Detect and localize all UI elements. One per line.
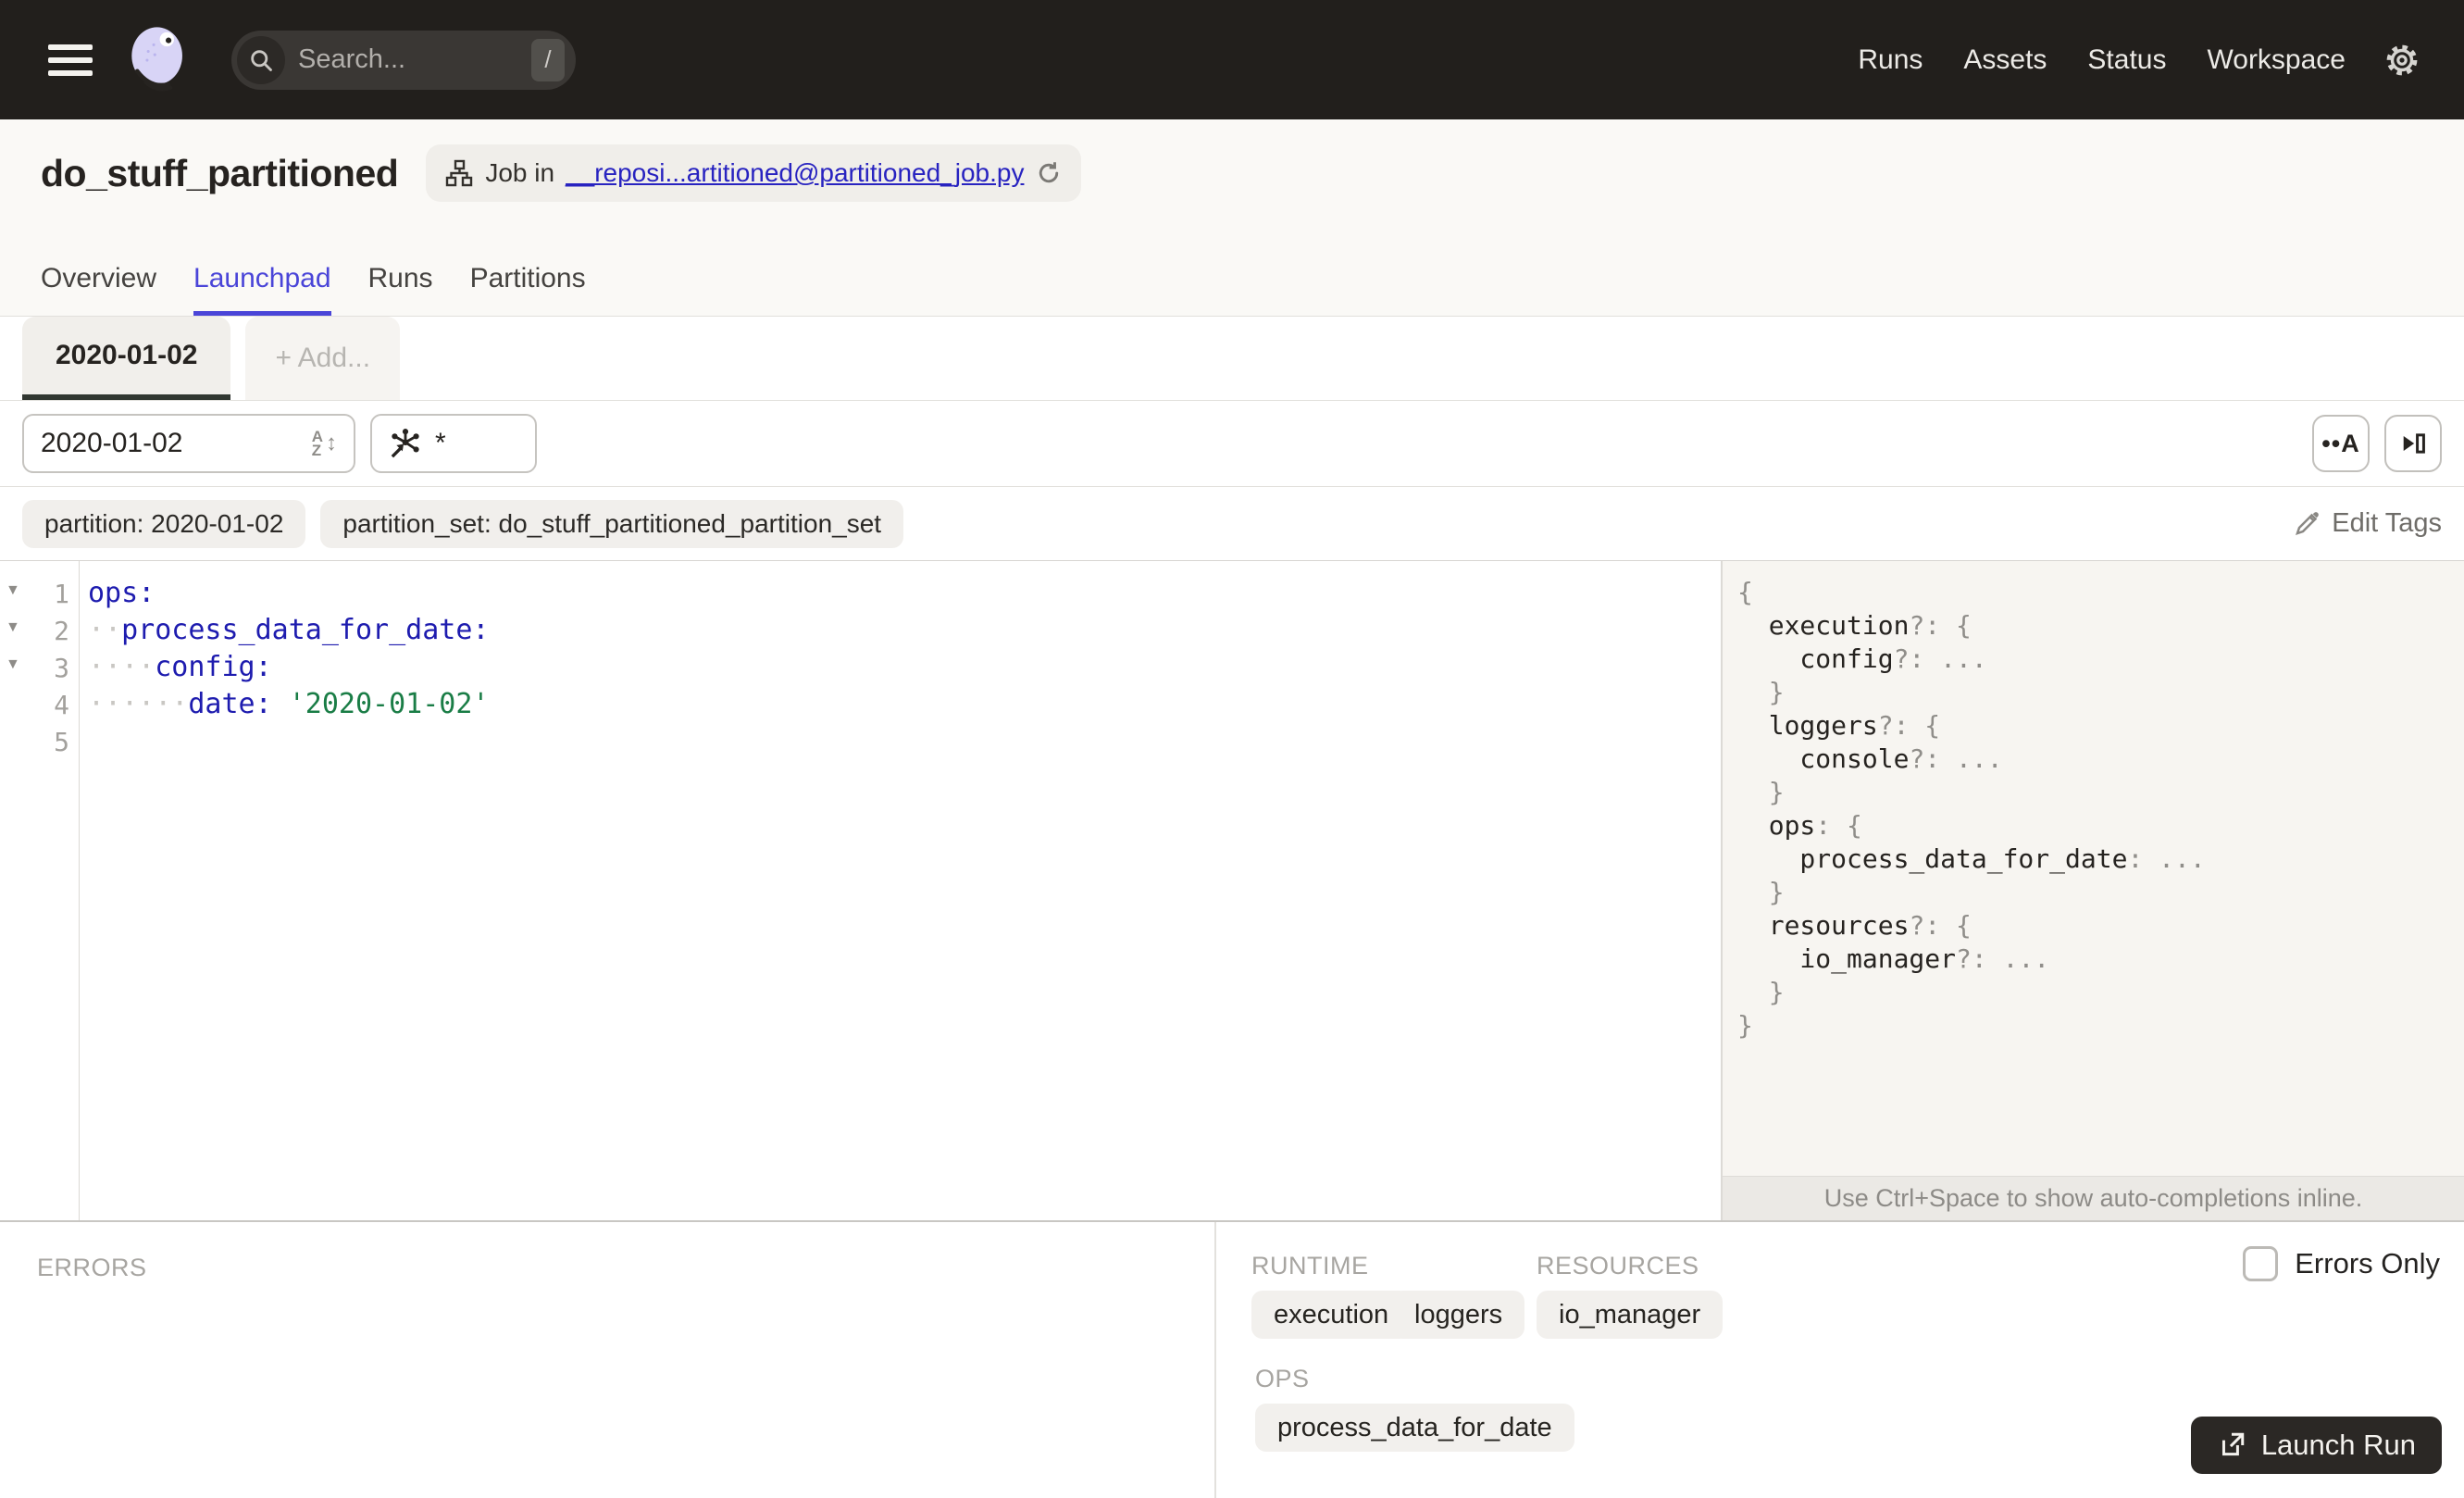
pencil-icon bbox=[2293, 510, 2321, 538]
external-link-icon bbox=[2217, 1430, 2246, 1460]
ops-tag-process-data-for-date[interactable]: process_data_for_date bbox=[1255, 1404, 1574, 1452]
ops-section-label: OPS bbox=[1255, 1365, 1310, 1392]
fold-arrow-icon[interactable]: ▼ bbox=[6, 583, 20, 598]
schema-line: } bbox=[1737, 877, 1785, 907]
bottom-panel-divider bbox=[1214, 1222, 1216, 1498]
hamburger-menu-icon[interactable] bbox=[48, 44, 93, 76]
reload-icon[interactable] bbox=[1035, 159, 1063, 187]
errors-section-label: ERRORS bbox=[37, 1254, 147, 1281]
search-shortcut-key: / bbox=[531, 38, 565, 81]
job-badge: Job in __reposi...artitioned@partitioned… bbox=[426, 144, 1082, 202]
whitespace-glyph: ••A bbox=[2321, 429, 2360, 457]
tab-overview[interactable]: Overview bbox=[41, 263, 156, 316]
nav-link-workspace[interactable]: Workspace bbox=[2207, 44, 2346, 76]
toggle-whitespace-button[interactable]: ••A bbox=[2312, 415, 2370, 472]
page-title: do_stuff_partitioned bbox=[41, 151, 399, 194]
line-number: 2 bbox=[54, 616, 69, 646]
schema-line: ops: { bbox=[1737, 810, 1862, 841]
bottom-panel: ERRORS RUNTIME execution loggers RESOURC… bbox=[0, 1220, 2464, 1498]
config-editor[interactable]: ops: ··process_data_for_date: ····config… bbox=[81, 561, 1721, 1220]
tag-partition-set: partition_set: do_stuff_partitioned_part… bbox=[320, 499, 904, 548]
runtime-section-label: RUNTIME bbox=[1251, 1252, 1369, 1280]
sort-az-icon: AZ ↕ bbox=[311, 428, 337, 459]
page-header: do_stuff_partitioned Job in __reposi...a… bbox=[0, 119, 2464, 317]
schema-line: } bbox=[1737, 777, 1785, 807]
tab-launchpad[interactable]: Launchpad bbox=[193, 263, 331, 316]
fold-arrow-icon[interactable]: ▼ bbox=[6, 657, 20, 672]
expand-panel-button[interactable] bbox=[2384, 415, 2442, 472]
resources-section-label: RESOURCES bbox=[1537, 1252, 1699, 1280]
schema-line: } bbox=[1737, 677, 1785, 707]
schema-line: process_data_for_date: ... bbox=[1737, 843, 2206, 874]
code-line: ······date: '2020-01-02' bbox=[88, 688, 490, 720]
tags-row: partition: 2020-01-02 partition_set: do_… bbox=[0, 487, 2464, 561]
schema-line: config?: ... bbox=[1737, 643, 1987, 674]
op-selection-value: * bbox=[435, 428, 446, 458]
config-tab-strip: 2020-01-02 + Add... bbox=[0, 317, 2464, 401]
job-repository-link[interactable]: __reposi...artitioned@partitioned_job.py bbox=[566, 158, 1024, 188]
nav-link-status[interactable]: Status bbox=[2087, 44, 2166, 76]
search-icon bbox=[237, 35, 285, 84]
editor-gutter: ▼ 1 ▼ 2 ▼ 3 4 5 bbox=[0, 561, 80, 1220]
autocomplete-hint: Use Ctrl+Space to show auto-completions … bbox=[1723, 1176, 2464, 1220]
config-tab-active[interactable]: 2020-01-02 bbox=[22, 317, 231, 400]
job-graph-icon bbox=[444, 158, 474, 188]
errors-only-toggle[interactable]: Errors Only bbox=[2243, 1246, 2440, 1281]
schema-line: console?: ... bbox=[1737, 743, 2003, 774]
code-line: ····config: bbox=[88, 651, 272, 683]
line-number: 3 bbox=[54, 653, 69, 683]
runtime-tag-execution[interactable]: execution bbox=[1251, 1291, 1412, 1339]
tab-partitions[interactable]: Partitions bbox=[470, 263, 586, 316]
resource-tag-io-manager[interactable]: io_manager bbox=[1537, 1291, 1724, 1339]
edit-tags-button[interactable]: Edit Tags bbox=[2293, 508, 2442, 539]
play-panel-icon bbox=[2398, 429, 2428, 458]
global-search: / bbox=[231, 30, 576, 90]
schema-line: loggers?: { bbox=[1737, 710, 1941, 741]
schema-line: execution?: { bbox=[1737, 610, 1972, 641]
code-line: ops: bbox=[88, 577, 156, 609]
schema-line: { bbox=[1737, 577, 1753, 607]
line-number: 4 bbox=[54, 690, 69, 720]
schema-line: resources?: { bbox=[1737, 910, 1972, 941]
runtime-tag-loggers[interactable]: loggers bbox=[1392, 1291, 1525, 1339]
navbar-links: Runs Assets Status Workspace bbox=[1858, 44, 2346, 76]
code-line: ··process_data_for_date: bbox=[88, 614, 490, 646]
partition-select[interactable]: 2020-01-02 AZ ↕ bbox=[22, 414, 355, 473]
config-schema-panel: { execution?: { config?: ... } loggers?:… bbox=[1723, 561, 2464, 1220]
schema-line: } bbox=[1737, 1010, 1753, 1041]
nav-link-assets[interactable]: Assets bbox=[1963, 44, 2047, 76]
line-number: 5 bbox=[54, 727, 69, 757]
launchpad-toolbar: 2020-01-02 AZ ↕ * ••A bbox=[0, 401, 2464, 487]
job-badge-prefix: Job in bbox=[485, 158, 555, 187]
search-input[interactable] bbox=[285, 44, 531, 75]
schema-line: io_manager?: ... bbox=[1737, 943, 2050, 974]
dagster-logo-icon[interactable] bbox=[124, 25, 194, 95]
tab-runs[interactable]: Runs bbox=[368, 263, 433, 316]
launch-run-button[interactable]: Launch Run bbox=[2190, 1417, 2442, 1474]
launchpad-workspace: ▼ 1 ▼ 2 ▼ 3 4 5 ops: ··process_data_for_dat… bbox=[0, 561, 2464, 1220]
op-selection-input[interactable]: * bbox=[370, 414, 537, 473]
line-number: 1 bbox=[54, 579, 69, 609]
tag-partition: partition: 2020-01-02 bbox=[22, 499, 306, 548]
edit-tags-label: Edit Tags bbox=[2332, 508, 2442, 538]
nav-link-runs[interactable]: Runs bbox=[1858, 44, 1923, 76]
partition-select-value: 2020-01-02 bbox=[41, 428, 183, 458]
add-config-tab-button[interactable]: + Add... bbox=[245, 317, 401, 400]
launch-run-label: Launch Run bbox=[2260, 1429, 2416, 1461]
schema-line: } bbox=[1737, 977, 1785, 1007]
gear-icon[interactable] bbox=[2383, 41, 2421, 80]
fold-arrow-icon[interactable]: ▼ bbox=[6, 620, 20, 635]
op-graph-icon bbox=[389, 427, 422, 460]
page-tabs: Overview Launchpad Runs Partitions bbox=[41, 263, 586, 316]
top-navbar: / Runs Assets Status Workspace bbox=[0, 0, 2464, 119]
errors-only-checkbox[interactable] bbox=[2243, 1246, 2279, 1281]
errors-only-label: Errors Only bbox=[2295, 1247, 2440, 1280]
